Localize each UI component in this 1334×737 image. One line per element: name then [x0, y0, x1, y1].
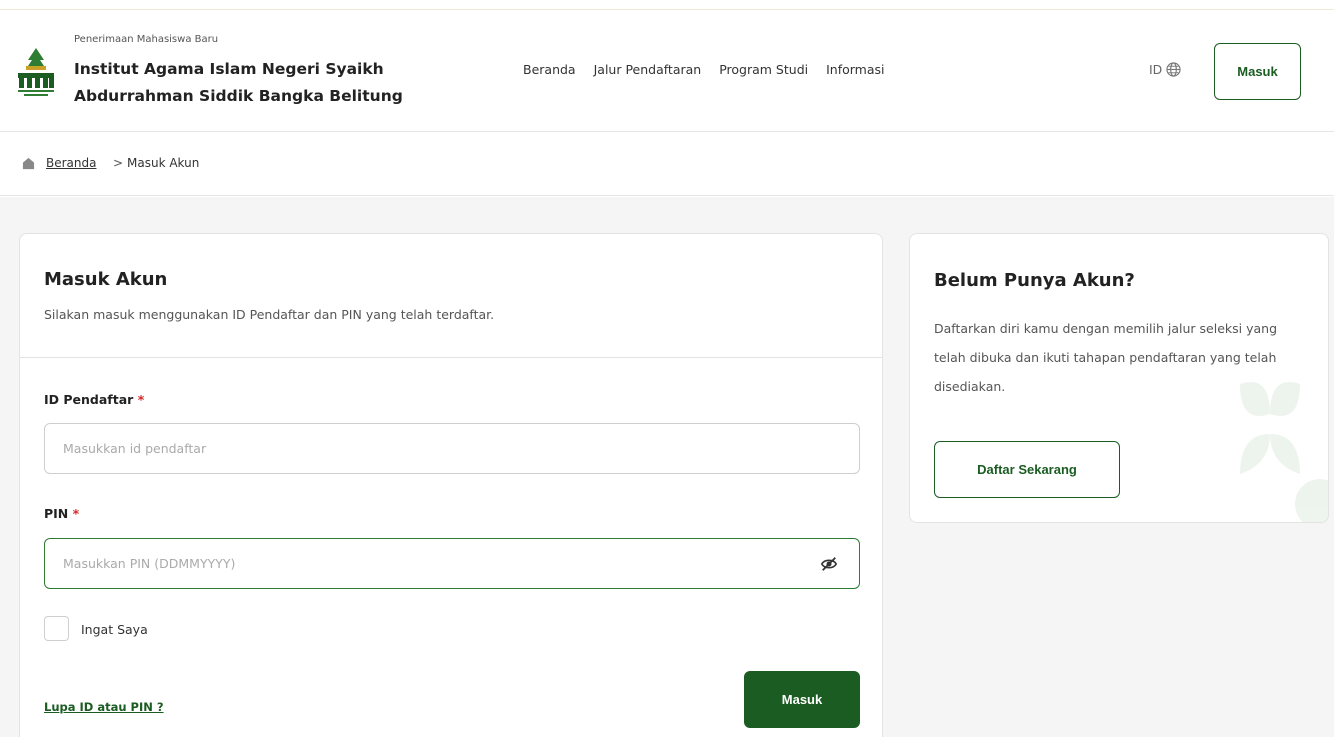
pin-label: PIN * — [44, 506, 79, 521]
login-card: Masuk Akun Silakan masuk menggunakan ID … — [19, 233, 883, 737]
pin-label-text: PIN — [44, 506, 69, 521]
language-switcher[interactable]: ID — [1149, 62, 1181, 77]
nav-item-informasi[interactable]: Informasi — [826, 62, 884, 77]
eye-slash-icon[interactable] — [820, 555, 838, 573]
required-mark: * — [137, 392, 145, 407]
forgot-id-pin-link[interactable]: Lupa ID atau PIN ? — [44, 700, 164, 714]
login-subtitle: Silakan masuk menggunakan ID Pendaftar d… — [44, 307, 495, 322]
signup-title: Belum Punya Akun? — [934, 270, 1135, 291]
language-label: ID — [1149, 62, 1163, 77]
brand-title[interactable]: Institut Agama Islam Negeri Syaikh Abdur… — [74, 56, 404, 110]
globe-icon — [1166, 62, 1181, 77]
nav-item-program-studi[interactable]: Program Studi — [719, 62, 808, 77]
breadcrumb-home-link[interactable]: Beranda — [46, 156, 96, 170]
register-now-button[interactable]: Daftar Sekarang — [934, 441, 1120, 498]
login-card-header: Masuk Akun Silakan masuk menggunakan ID … — [20, 234, 882, 358]
header-login-button[interactable]: Masuk — [1214, 43, 1301, 100]
nav-item-jalur-pendaftaran[interactable]: Jalur Pendaftaran — [594, 62, 702, 77]
remember-me-label[interactable]: Ingat Saya — [81, 622, 148, 637]
required-mark: * — [72, 506, 80, 521]
id-pendaftar-label-text: ID Pendaftar — [44, 392, 134, 407]
logo-icon[interactable] — [16, 46, 56, 98]
login-title: Masuk Akun — [44, 269, 168, 290]
id-pendaftar-input[interactable] — [44, 423, 860, 474]
pin-input[interactable] — [44, 538, 860, 589]
nav-item-beranda[interactable]: Beranda — [523, 62, 576, 77]
signup-card: Belum Punya Akun? Daftarkan diri kamu de… — [909, 233, 1329, 523]
login-submit-button[interactable]: Masuk — [744, 671, 860, 728]
brand-subtitle: Penerimaan Mahasiswa Baru — [74, 34, 219, 45]
home-icon — [22, 157, 35, 170]
main-content: Masuk Akun Silakan masuk menggunakan ID … — [0, 197, 1334, 737]
main-nav: Beranda Jalur Pendaftaran Program Studi … — [523, 62, 885, 77]
top-border — [0, 0, 1334, 10]
breadcrumb: Beranda > Masuk Akun — [0, 133, 1334, 196]
site-header: Penerimaan Mahasiswa Baru Institut Agama… — [0, 10, 1334, 132]
signup-description: Daftarkan diri kamu dengan memilih jalur… — [934, 321, 1277, 394]
id-pendaftar-label: ID Pendaftar * — [44, 392, 144, 407]
remember-me-checkbox[interactable] — [44, 616, 69, 641]
breadcrumb-current: Masuk Akun — [127, 156, 200, 170]
breadcrumb-separator: > — [113, 156, 124, 170]
